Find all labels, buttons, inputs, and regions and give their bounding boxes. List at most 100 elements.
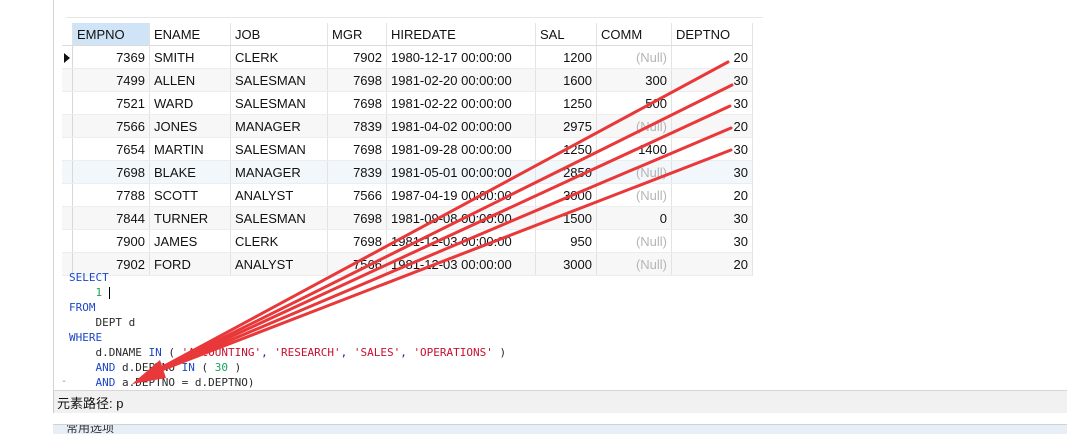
cell-deptno[interactable]: 30: [671, 68, 753, 92]
row-indicator[interactable]: [62, 160, 73, 184]
cell-mgr[interactable]: 7698: [327, 137, 387, 161]
table-row[interactable]: 7521 WARD SALESMAN 7698 1981-02-22 00:00:00 1…: [62, 91, 753, 115]
cell-sal[interactable]: 1250: [535, 91, 597, 115]
cell-sal[interactable]: 1200: [535, 45, 597, 69]
cell-mgr[interactable]: 7698: [327, 91, 387, 115]
cell-comm[interactable]: 300: [596, 68, 672, 92]
table-row[interactable]: 7698 BLAKE MANAGER 7839 1981-05-01 00:00:00 2…: [62, 160, 753, 184]
row-indicator[interactable]: [62, 114, 73, 138]
column-header-mgr[interactable]: MGR: [327, 23, 387, 46]
cell-empno[interactable]: 7369: [72, 45, 150, 69]
cell-comm[interactable]: (Null): [596, 114, 672, 138]
cell-deptno[interactable]: 20: [671, 183, 753, 207]
cell-sal[interactable]: 1500: [535, 206, 597, 230]
cell-deptno[interactable]: 30: [671, 160, 753, 184]
cell-job[interactable]: SALESMAN: [230, 68, 328, 92]
cell-comm[interactable]: (Null): [596, 183, 672, 207]
column-header-hiredate[interactable]: HIREDATE: [386, 23, 536, 46]
cell-job[interactable]: SALESMAN: [230, 91, 328, 115]
cell-hiredate[interactable]: 1981-12-03 00:00:00: [386, 229, 536, 253]
table-row[interactable]: 7566 JONES MANAGER 7839 1981-04-02 00:00:00 2…: [62, 114, 753, 138]
cell-sal[interactable]: 2975: [535, 114, 597, 138]
cell-ename[interactable]: SCOTT: [149, 183, 231, 207]
cell-ename[interactable]: WARD: [149, 91, 231, 115]
table-row[interactable]: 7499 ALLEN SALESMAN 7698 1981-02-20 00:00:00…: [62, 68, 753, 92]
column-header-sal[interactable]: SAL: [535, 23, 597, 46]
cell-sal[interactable]: 1250: [535, 137, 597, 161]
cell-hiredate[interactable]: 1981-04-02 00:00:00: [386, 114, 536, 138]
column-header-comm[interactable]: COMM: [596, 23, 672, 46]
column-header-deptno[interactable]: DEPTNO: [671, 23, 753, 46]
cell-ename[interactable]: TURNER: [149, 206, 231, 230]
cell-ename[interactable]: JONES: [149, 114, 231, 138]
cell-job[interactable]: CLERK: [230, 229, 328, 253]
row-indicator[interactable]: [62, 45, 73, 69]
cell-hiredate[interactable]: 1981-02-20 00:00:00: [386, 68, 536, 92]
cell-hiredate[interactable]: 1980-12-17 00:00:00: [386, 45, 536, 69]
cell-job[interactable]: SALESMAN: [230, 137, 328, 161]
table-row[interactable]: 7788 SCOTT ANALYST 7566 1987-04-19 00:00:00 3…: [62, 183, 753, 207]
cell-deptno[interactable]: 20: [671, 252, 753, 276]
cell-comm[interactable]: (Null): [596, 45, 672, 69]
cell-deptno[interactable]: 20: [671, 45, 753, 69]
cell-mgr[interactable]: 7839: [327, 114, 387, 138]
row-indicator[interactable]: [62, 229, 73, 253]
cell-job[interactable]: SALESMAN: [230, 206, 328, 230]
cell-comm[interactable]: (Null): [596, 160, 672, 184]
cell-comm[interactable]: (Null): [596, 252, 672, 276]
column-header-job[interactable]: JOB: [230, 23, 328, 46]
row-indicator[interactable]: [62, 206, 73, 230]
cell-job[interactable]: MANAGER: [230, 160, 328, 184]
row-indicator[interactable]: [62, 137, 73, 161]
cell-sal[interactable]: 1600: [535, 68, 597, 92]
cell-job[interactable]: ANALYST: [230, 183, 328, 207]
cell-mgr[interactable]: 7698: [327, 229, 387, 253]
column-header-ename[interactable]: ENAME: [149, 23, 231, 46]
cell-empno[interactable]: 7566: [72, 114, 150, 138]
cell-empno[interactable]: 7788: [72, 183, 150, 207]
cell-deptno[interactable]: 20: [671, 114, 753, 138]
fold-marker-icon[interactable]: -: [61, 376, 67, 387]
cell-mgr[interactable]: 7698: [327, 68, 387, 92]
cell-ename[interactable]: BLAKE: [149, 160, 231, 184]
cell-ename[interactable]: JAMES: [149, 229, 231, 253]
cell-hiredate[interactable]: 1981-05-01 00:00:00: [386, 160, 536, 184]
cell-hiredate[interactable]: 1981-02-22 00:00:00: [386, 91, 536, 115]
cell-empno[interactable]: 7499: [72, 68, 150, 92]
cell-mgr[interactable]: 7566: [327, 183, 387, 207]
column-header-empno[interactable]: EMPNO: [72, 23, 150, 46]
table-row[interactable]: 7369 SMITH CLERK 7902 1980-12-17 00:00:00 120…: [62, 45, 753, 69]
cell-deptno[interactable]: 30: [671, 137, 753, 161]
cell-ename[interactable]: ALLEN: [149, 68, 231, 92]
cell-mgr[interactable]: 7902: [327, 45, 387, 69]
cell-mgr[interactable]: 7698: [327, 206, 387, 230]
cell-empno[interactable]: 7900: [72, 229, 150, 253]
cell-comm[interactable]: 0: [596, 206, 672, 230]
cell-deptno[interactable]: 30: [671, 206, 753, 230]
cell-comm[interactable]: 500: [596, 91, 672, 115]
table-row[interactable]: 7900 JAMES CLERK 7698 1981-12-03 00:00:00 950…: [62, 229, 753, 253]
cell-hiredate[interactable]: 1987-04-19 00:00:00: [386, 183, 536, 207]
cell-deptno[interactable]: 30: [671, 229, 753, 253]
cell-comm[interactable]: 1400: [596, 137, 672, 161]
cell-empno[interactable]: 7521: [72, 91, 150, 115]
row-indicator[interactable]: [62, 183, 73, 207]
row-indicator[interactable]: [62, 91, 73, 115]
cell-sal[interactable]: 3000: [535, 183, 597, 207]
cell-job[interactable]: CLERK: [230, 45, 328, 69]
cell-empno[interactable]: 7698: [72, 160, 150, 184]
cell-hiredate[interactable]: 1981-09-28 00:00:00: [386, 137, 536, 161]
cell-job[interactable]: MANAGER: [230, 114, 328, 138]
cell-sal[interactable]: 2850: [535, 160, 597, 184]
cell-sal[interactable]: 3000: [535, 252, 597, 276]
cell-ename[interactable]: MARTIN: [149, 137, 231, 161]
cell-ename[interactable]: SMITH: [149, 45, 231, 69]
sql-editor[interactable]: SELECT 1 FROM DEPT d WHERE d.DNAME IN ( …: [69, 270, 506, 390]
result-grid[interactable]: EMPNO ENAME JOB MGR HIREDATE SAL COMM DE…: [62, 23, 753, 276]
cell-sal[interactable]: 950: [535, 229, 597, 253]
row-indicator[interactable]: [62, 68, 73, 92]
cell-deptno[interactable]: 30: [671, 91, 753, 115]
cell-hiredate[interactable]: 1981-09-08 00:00:00: [386, 206, 536, 230]
table-row[interactable]: 7654 MARTIN SALESMAN 7698 1981-09-28 00:00:0…: [62, 137, 753, 161]
table-row[interactable]: 7844 TURNER SALESMAN 7698 1981-09-08 00:00:0…: [62, 206, 753, 230]
